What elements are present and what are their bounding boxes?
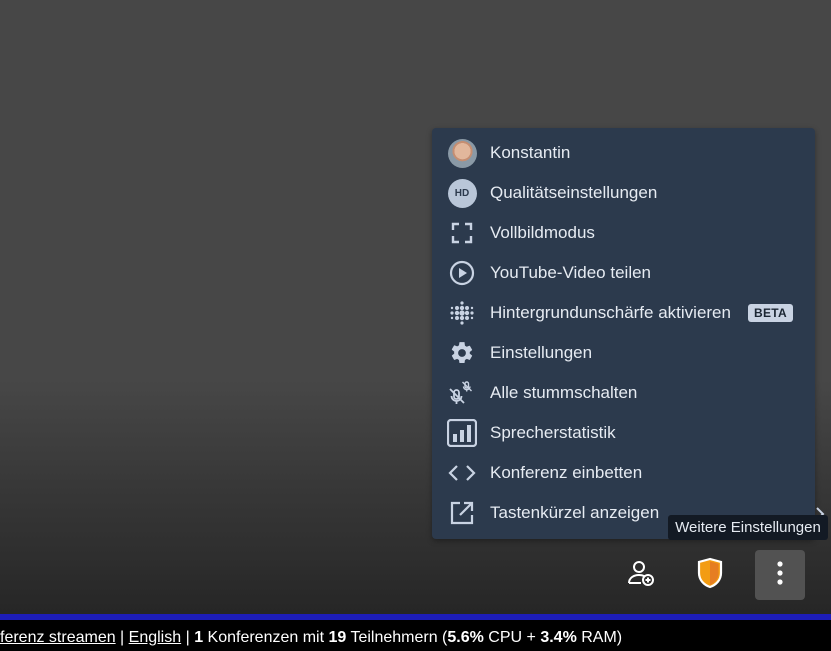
external-link-icon (446, 499, 478, 527)
menu-item-profile[interactable]: Konstantin (432, 133, 815, 173)
security-options-button[interactable] (685, 550, 735, 600)
participant-count: 19 (328, 629, 347, 646)
menu-item-label: Hintergrundunschärfe aktivieren (490, 303, 731, 322)
blur-icon (446, 299, 478, 327)
separator: | (115, 629, 129, 646)
shield-icon (696, 557, 724, 594)
status-text: Konferenzen mit (203, 629, 329, 646)
status-text: RAM) (576, 629, 623, 646)
status-text: Teilnehmern ( (346, 629, 448, 646)
menu-item-quality[interactable]: HD Qualitätseinstellungen (432, 173, 815, 213)
menu-item-label: Tastenkürzel anzeigen (490, 503, 660, 522)
mute-all-icon (446, 379, 478, 407)
gear-icon (446, 339, 478, 367)
more-vertical-icon (776, 560, 784, 591)
menu-item-blur[interactable]: Hintergrundunschärfe aktivieren BETA (432, 293, 815, 333)
status-bar: ferenz streamen | English | 1 Konferenze… (0, 620, 831, 651)
status-text: CPU + (483, 629, 541, 646)
more-settings-tooltip: Weitere Einstellungen (668, 515, 828, 540)
menu-item-label: Einstellungen (490, 343, 593, 362)
more-settings-menu: Konstantin HD Qualitätseinstellungen Vol… (432, 128, 815, 539)
speaker-stats-icon (446, 419, 478, 447)
menu-item-fullscreen[interactable]: Vollbildmodus (432, 213, 815, 253)
fullscreen-icon (446, 219, 478, 247)
more-actions-button[interactable] (755, 550, 805, 600)
menu-item-mute-all[interactable]: Alle stummschalten (432, 373, 815, 413)
conference-count: 1 (194, 629, 204, 646)
separator: | (181, 629, 195, 646)
add-participant-icon (626, 558, 656, 593)
menu-item-label: Vollbildmodus (490, 223, 595, 242)
language-link[interactable]: English (129, 629, 181, 646)
cpu-usage: 5.6% (447, 629, 484, 646)
beta-badge: BETA (748, 304, 793, 322)
avatar-icon (446, 138, 478, 168)
menu-item-speaker-stats[interactable]: Sprecherstatistik (432, 413, 815, 453)
menu-item-embed[interactable]: Konferenz einbetten (432, 453, 815, 493)
play-icon (446, 259, 478, 287)
menu-item-youtube[interactable]: YouTube-Video teilen (432, 253, 815, 293)
stream-conference-link[interactable]: ferenz streamen (0, 629, 116, 646)
menu-item-label: Qualitätseinstellungen (490, 183, 658, 202)
menu-item-label: Alle stummschalten (490, 383, 638, 402)
invite-button[interactable] (616, 550, 666, 600)
menu-item-label: Sprecherstatistik (490, 423, 616, 442)
menu-item-label: Konferenz einbetten (490, 463, 643, 482)
menu-item-settings[interactable]: Einstellungen (432, 333, 815, 373)
ram-usage: 3.4% (540, 629, 577, 646)
menu-item-label: Konstantin (490, 143, 571, 162)
embed-icon (446, 459, 478, 487)
hd-icon: HD (446, 178, 478, 208)
menu-item-label: YouTube-Video teilen (490, 263, 652, 282)
